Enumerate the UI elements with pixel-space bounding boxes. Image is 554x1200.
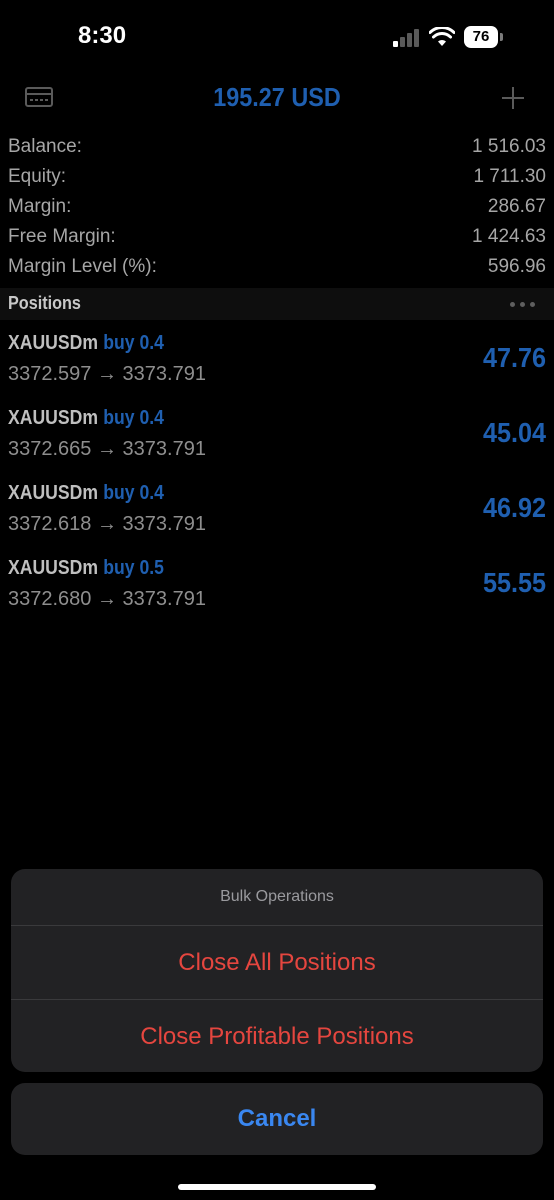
summary-value: 286.67 (487, 196, 546, 217)
position-header: XAUUSDm buy 0.4 (8, 332, 164, 355)
battery-level: 76 (472, 28, 490, 45)
position-row[interactable]: XAUUSDm buy 0.4 3372.597 → 3373.791 47.76 (0, 328, 554, 403)
position-prices: 3372.665 → 3373.791 (8, 438, 206, 460)
summary-value: 1 516.03 (472, 136, 546, 157)
battery-icon: 76 (464, 26, 498, 48)
position-symbol: XAUUSDm (8, 482, 98, 504)
battery-tip (500, 33, 503, 41)
summary-row-balance: Balance: 1 516.03 (8, 132, 546, 162)
summary-value: 1 711.30 (473, 166, 546, 187)
position-prices: 3372.680 → 3373.791 (8, 588, 206, 610)
positions-section-header: Positions (0, 288, 554, 320)
plus-icon[interactable] (500, 85, 526, 111)
position-header: XAUUSDm buy 0.4 (8, 407, 164, 430)
summary-row-equity: Equity: 1 711.30 (8, 162, 546, 192)
position-side: buy 0.4 (103, 332, 164, 354)
position-profit: 47.76 (482, 342, 546, 373)
position-row[interactable]: XAUUSDm buy 0.5 3372.680 → 3373.791 55.55 (0, 553, 554, 628)
position-symbol: XAUUSDm (8, 332, 98, 354)
position-header: XAUUSDm buy 0.4 (8, 482, 164, 505)
summary-value: 596.96 (487, 256, 546, 277)
status-bar: 8:30 76 (0, 0, 554, 76)
position-side: buy 0.4 (103, 407, 164, 429)
position-row[interactable]: XAUUSDm buy 0.4 3372.618 → 3373.791 46.92 (0, 478, 554, 553)
positions-list: XAUUSDm buy 0.4 3372.597 → 3373.791 47.76… (0, 328, 554, 628)
summary-row-margin-level: Margin Level (%): 596.96 (8, 252, 546, 282)
close-all-positions-button[interactable]: Close All Positions (11, 926, 543, 999)
sheet-title: Bulk Operations (11, 869, 543, 926)
summary-label: Margin: (8, 196, 72, 217)
position-profit: 45.04 (482, 417, 546, 448)
bulk-operations-sheet: Bulk Operations Close All Positions Clos… (11, 869, 543, 1072)
position-row[interactable]: XAUUSDm buy 0.4 3372.665 → 3373.791 45.04 (0, 403, 554, 478)
more-icon[interactable] (510, 302, 538, 308)
positions-title: Positions (8, 293, 81, 313)
home-indicator (178, 1184, 376, 1190)
status-time: 8:30 (78, 22, 127, 49)
cancel-button[interactable]: Cancel (11, 1083, 543, 1155)
summary-row-free-margin: Free Margin: 1 424.63 (8, 222, 546, 252)
position-side: buy 0.4 (103, 482, 164, 504)
summary-label: Equity: (8, 166, 67, 187)
summary-row-margin: Margin: 286.67 (8, 192, 546, 222)
account-summary: Balance: 1 516.03 Equity: 1 711.30 Margi… (8, 132, 546, 282)
position-symbol: XAUUSDm (8, 407, 98, 429)
position-side: buy 0.5 (103, 557, 164, 579)
position-header: XAUUSDm buy 0.5 (8, 557, 164, 580)
signal-icon (393, 29, 421, 47)
summary-value: 1 424.63 (472, 226, 546, 247)
position-profit: 46.92 (482, 492, 546, 523)
summary-label: Free Margin: (8, 226, 116, 247)
summary-label: Balance: (8, 136, 82, 157)
wifi-icon (429, 27, 455, 46)
position-symbol: XAUUSDm (8, 557, 98, 579)
close-profitable-positions-button[interactable]: Close Profitable Positions (11, 999, 543, 1072)
position-prices: 3372.618 → 3373.791 (8, 513, 206, 535)
account-balance-title: 195.27 USD (213, 82, 341, 112)
position-profit: 55.55 (482, 567, 546, 598)
position-prices: 3372.597 → 3373.791 (8, 363, 206, 385)
summary-label: Margin Level (%): (8, 256, 157, 277)
header: 195.27 USD (0, 76, 554, 120)
